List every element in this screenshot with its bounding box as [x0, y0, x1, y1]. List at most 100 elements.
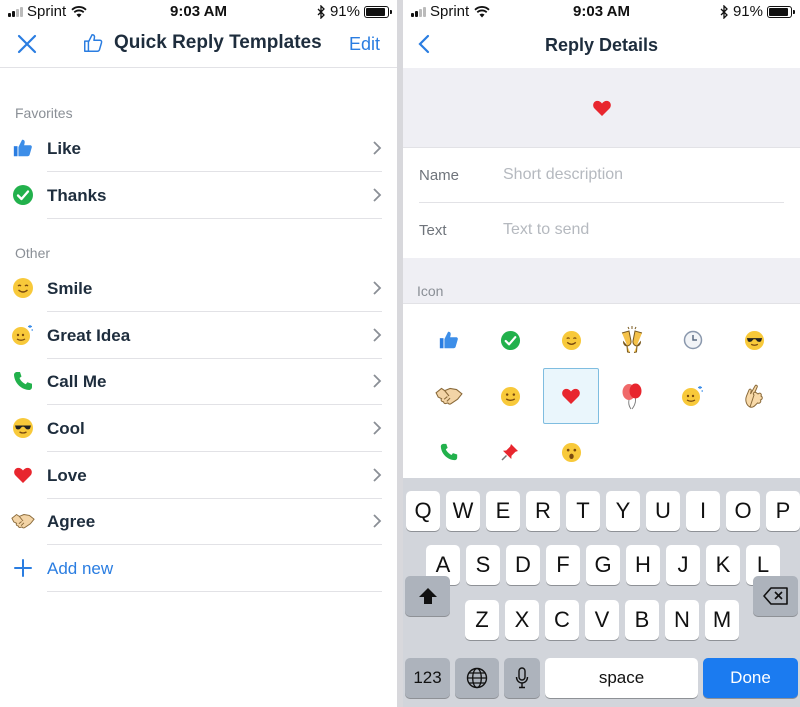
shift-icon	[418, 588, 437, 604]
icon-option-surprised[interactable]	[543, 424, 599, 480]
battery-percent: 91%	[732, 3, 763, 20]
template-row-like[interactable]: Like	[0, 125, 397, 172]
phone-icon	[14, 372, 32, 390]
icon-option-sunglasses[interactable]	[726, 312, 782, 368]
status-bar: Sprint 9:03 AM 91%	[403, 0, 800, 22]
key-c[interactable]: C	[545, 600, 579, 640]
globe-icon	[466, 667, 488, 689]
quick-reply-templates-screen: Sprint 9:03 AM 91% Quick Reply Templates…	[0, 0, 397, 707]
key-b[interactable]: B	[625, 600, 659, 640]
numbers-key[interactable]: 123	[405, 658, 450, 698]
key-u[interactable]: U	[646, 491, 680, 531]
template-row-call-me[interactable]: Call Me	[0, 358, 397, 405]
surprised-icon	[561, 442, 581, 462]
key-q[interactable]: Q	[406, 491, 440, 531]
done-key[interactable]: Done	[703, 658, 798, 698]
check-circle-icon	[500, 330, 520, 350]
icon-option-handshake[interactable]	[421, 368, 477, 424]
key-f[interactable]: F	[546, 545, 580, 585]
icon-option-grin[interactable]	[482, 368, 538, 424]
close-icon[interactable]	[14, 31, 40, 57]
add-new-button[interactable]: Add new	[0, 545, 397, 592]
name-field-row: Name	[403, 148, 800, 203]
icon-option-phone[interactable]	[421, 424, 477, 480]
template-row-great-idea[interactable]: Great Idea	[0, 312, 397, 359]
icon-option-heart-selected[interactable]	[543, 368, 599, 424]
key-m[interactable]: M	[705, 600, 739, 640]
text-field-row: Text	[403, 203, 800, 258]
key-k[interactable]: K	[706, 545, 740, 585]
chevron-right-icon	[373, 468, 382, 482]
chevron-right-icon	[373, 514, 382, 528]
template-row-love[interactable]: Love	[0, 452, 397, 499]
icon-option-idea-face[interactable]	[665, 368, 721, 424]
key-r[interactable]: R	[526, 491, 560, 531]
backspace-icon	[762, 587, 788, 605]
reply-details-screen: Sprint 9:03 AM 91% Reply Details Name Te…	[403, 0, 800, 707]
name-input[interactable]	[503, 162, 773, 188]
battery-percent: 91%	[329, 3, 360, 20]
status-bar: Sprint 9:03 AM 91%	[0, 0, 397, 22]
text-input[interactable]	[503, 217, 773, 243]
key-s[interactable]: S	[466, 545, 500, 585]
icon-option-clock[interactable]	[665, 312, 721, 368]
key-g[interactable]: G	[586, 545, 620, 585]
key-j[interactable]: J	[666, 545, 700, 585]
icon-section-label: Icon	[417, 283, 444, 299]
sunglasses-icon	[744, 330, 764, 350]
plus-icon	[14, 559, 32, 577]
add-new-label: Add new	[47, 559, 114, 578]
handshake-icon	[11, 513, 35, 529]
thumbs-up-icon	[439, 331, 458, 349]
chevron-right-icon	[373, 188, 382, 202]
template-row-agree[interactable]: Agree	[0, 498, 397, 545]
icon-preview	[403, 68, 800, 148]
favorites-section-label: Favorites	[15, 105, 73, 121]
template-row-smile[interactable]: Smile	[0, 265, 397, 312]
key-t[interactable]: T	[566, 491, 600, 531]
icon-option-cheers[interactable]	[604, 312, 660, 368]
page-title: Quick Reply Templates	[114, 32, 322, 53]
other-section-label: Other	[15, 245, 51, 261]
template-row-thanks[interactable]: Thanks	[0, 172, 397, 219]
key-w[interactable]: W	[446, 491, 480, 531]
key-z[interactable]: Z	[465, 600, 499, 640]
key-d[interactable]: D	[506, 545, 540, 585]
smile-icon	[561, 330, 581, 350]
key-p[interactable]: P	[766, 491, 800, 531]
template-label: Like	[47, 139, 82, 158]
key-i[interactable]: I	[686, 491, 720, 531]
heart-icon	[14, 467, 32, 483]
icon-option-check[interactable]	[482, 312, 538, 368]
nav-bar: Reply Details	[403, 22, 800, 68]
nav-bar: Quick Reply Templates Edit	[0, 22, 397, 68]
icon-option-thumbs-up[interactable]	[421, 312, 477, 368]
chevron-right-icon	[373, 421, 382, 435]
key-h[interactable]: H	[626, 545, 660, 585]
icon-option-ok-hand[interactable]	[726, 368, 782, 424]
chevron-right-icon	[373, 141, 382, 155]
key-n[interactable]: N	[665, 600, 699, 640]
chevron-right-icon	[373, 374, 382, 388]
backspace-key[interactable]	[753, 576, 798, 616]
space-key[interactable]: space	[545, 658, 698, 698]
key-o[interactable]: O	[726, 491, 760, 531]
key-e[interactable]: E	[486, 491, 520, 531]
key-v[interactable]: V	[585, 600, 619, 640]
globe-key[interactable]	[455, 658, 499, 698]
clock-icon	[683, 330, 703, 350]
battery-icon	[767, 5, 795, 18]
template-row-cool[interactable]: Cool	[0, 405, 397, 452]
dictation-key[interactable]	[504, 658, 540, 698]
heart-icon	[592, 100, 611, 116]
template-label: Great Idea	[47, 326, 131, 345]
icon-option-smile[interactable]	[543, 312, 599, 368]
edit-button[interactable]: Edit	[349, 34, 380, 55]
key-y[interactable]: Y	[606, 491, 640, 531]
icon-option-balloons[interactable]	[604, 368, 660, 424]
bluetooth-icon	[720, 4, 728, 19]
template-label: Smile	[47, 279, 93, 298]
icon-option-pin[interactable]	[482, 424, 538, 480]
shift-key[interactable]	[405, 576, 450, 616]
key-x[interactable]: X	[505, 600, 539, 640]
